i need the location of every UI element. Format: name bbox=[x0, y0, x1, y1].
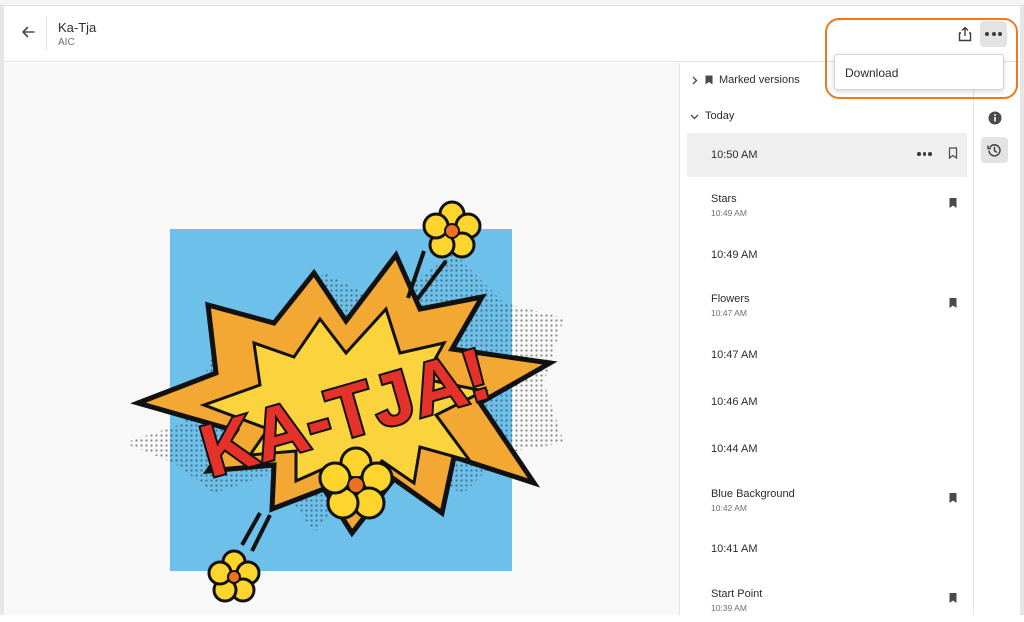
version-name: Flowers bbox=[711, 293, 750, 305]
marked-versions-toggle[interactable]: Marked versions bbox=[690, 74, 800, 86]
document-title: Ka-Tja bbox=[58, 20, 97, 35]
version-time: 10:47 AM bbox=[711, 349, 758, 361]
version-name: Start Point bbox=[711, 588, 763, 600]
more-options-menu: Download bbox=[834, 54, 1004, 90]
version-row[interactable]: 10:44 AM bbox=[687, 427, 967, 471]
info-icon bbox=[988, 111, 1001, 125]
bookmark-outline-icon[interactable] bbox=[948, 147, 958, 159]
version-time: 10:41 AM bbox=[711, 543, 758, 555]
document-subtitle: AIC bbox=[58, 37, 75, 48]
chevron-right-icon bbox=[692, 76, 698, 84]
artwork-preview: KA-TJA! bbox=[124, 200, 564, 603]
today-section-toggle[interactable]: Today bbox=[690, 110, 734, 122]
version-time: 10:49 AM bbox=[711, 208, 747, 218]
download-menu-item[interactable]: Download bbox=[845, 66, 898, 80]
chevron-down-icon bbox=[690, 114, 699, 119]
version-row[interactable]: Stars 10:49 AM bbox=[687, 183, 967, 227]
share-icon bbox=[958, 26, 972, 42]
more-icon bbox=[984, 32, 1003, 36]
right-rail bbox=[973, 63, 1020, 615]
more-icon bbox=[916, 152, 933, 156]
version-time: 10:50 AM bbox=[711, 149, 758, 161]
version-time: 10:42 AM bbox=[711, 503, 747, 513]
arrow-left-icon bbox=[22, 26, 35, 38]
bookmark-icon[interactable] bbox=[948, 197, 958, 209]
version-row[interactable]: 10:47 AM bbox=[687, 333, 967, 377]
bookmark-icon[interactable] bbox=[948, 592, 958, 604]
version-row[interactable]: 10:41 AM bbox=[687, 527, 967, 571]
version-history-panel: Marked versions Today 10:50 AM Stars 10:… bbox=[679, 63, 973, 615]
header-divider bbox=[46, 17, 47, 50]
version-time: 10:39 AM bbox=[711, 603, 747, 613]
version-row[interactable]: Blue Background 10:42 AM bbox=[687, 478, 967, 522]
version-more-button[interactable] bbox=[916, 152, 933, 156]
window-frame-right bbox=[1020, 6, 1024, 615]
document-canvas[interactable]: KA-TJA! bbox=[4, 63, 679, 615]
bookmark-icon[interactable] bbox=[948, 297, 958, 309]
share-button[interactable] bbox=[954, 24, 976, 44]
version-name: Blue Background bbox=[711, 488, 795, 500]
bookmark-icon bbox=[705, 75, 713, 85]
more-options-button[interactable] bbox=[980, 21, 1007, 47]
version-row[interactable]: 10:46 AM bbox=[687, 380, 967, 424]
version-time: 10:44 AM bbox=[711, 443, 758, 455]
version-time: 10:46 AM bbox=[711, 396, 758, 408]
today-label: Today bbox=[705, 110, 735, 122]
version-name: Stars bbox=[711, 193, 737, 205]
version-history-button[interactable] bbox=[981, 137, 1008, 163]
version-time: 10:47 AM bbox=[711, 308, 747, 318]
back-button[interactable] bbox=[18, 22, 38, 42]
version-row[interactable]: Flowers 10:47 AM bbox=[687, 283, 967, 327]
version-row[interactable]: Start Point 10:39 AM bbox=[687, 578, 967, 622]
version-row[interactable]: 10:49 AM bbox=[687, 233, 967, 277]
bookmark-icon[interactable] bbox=[948, 492, 958, 504]
window-top-strip bbox=[0, 0, 1024, 6]
version-time: 10:49 AM bbox=[711, 249, 758, 261]
info-button[interactable] bbox=[981, 105, 1008, 131]
version-row[interactable]: 10:50 AM bbox=[687, 133, 967, 177]
marked-versions-label: Marked versions bbox=[719, 74, 800, 86]
history-icon bbox=[987, 143, 1001, 157]
flower-top bbox=[422, 200, 482, 259]
